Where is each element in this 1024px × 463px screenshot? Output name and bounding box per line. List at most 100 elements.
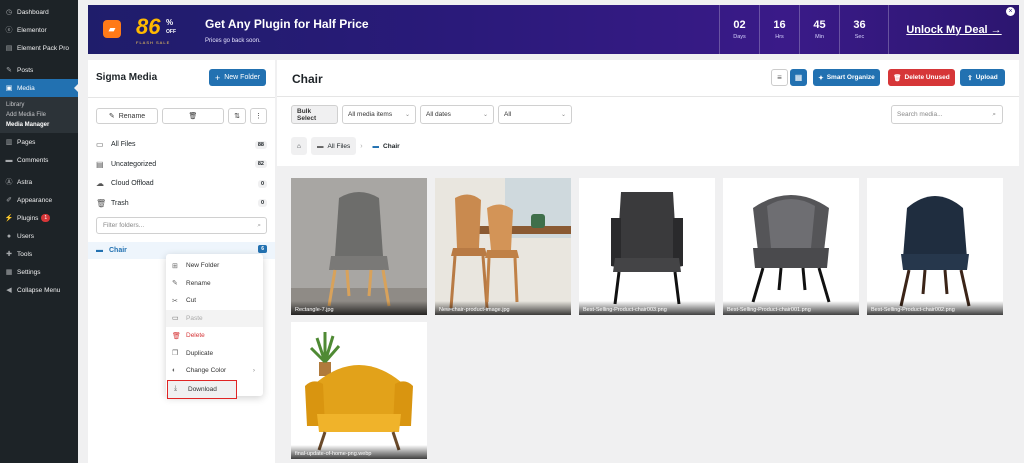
brush-icon: ✐	[6, 197, 12, 204]
breadcrumb-separator: ›	[360, 142, 363, 150]
download-icon: ⤓	[174, 385, 178, 393]
folder-trash[interactable]: 🗑 Trash 0	[96, 194, 267, 214]
folder-all-files[interactable]: ▭ All Files 88	[96, 135, 267, 155]
smart-organize-button[interactable]: ✦ Smart Organize	[813, 69, 880, 86]
delete-unused-button[interactable]: 🗑 Delete Unused	[888, 69, 955, 86]
media-filename: Best-Selling-Product-chair003.png	[579, 301, 715, 315]
close-icon[interactable]: ×	[1006, 7, 1015, 16]
media-item[interactable]: New-chair-product-image.jpg	[435, 178, 571, 315]
count-badge: 0	[257, 199, 267, 208]
divider	[88, 97, 275, 98]
menu-elementor[interactable]: ⓔ Elementor	[0, 21, 78, 39]
sort-button[interactable]: ⇅	[228, 108, 246, 124]
menu-new-folder[interactable]: ⊞ New Folder	[166, 257, 263, 275]
new-folder-button[interactable]: + New Folder	[209, 69, 266, 86]
search-media-input[interactable]: Search media... ⌕	[891, 105, 1003, 124]
navy-chair-thumbnail	[867, 178, 1003, 315]
submenu-library[interactable]: Library	[0, 100, 78, 110]
filter-all-select[interactable]: All ⌄	[498, 105, 572, 124]
menu-delete[interactable]: 🗑 Delete	[166, 327, 263, 345]
menu-astra[interactable]: Ⓐ Astra	[0, 173, 78, 191]
media-item[interactable]: Best-Selling-Product-chair003.png	[579, 178, 715, 315]
grey-armchair-thumbnail	[723, 178, 859, 315]
grid-view-button[interactable]: ▦	[790, 69, 807, 86]
more-vertical-icon: ⋮	[255, 113, 262, 120]
media-item[interactable]: Rectangle-7.jpg	[291, 178, 427, 315]
menu-plugins[interactable]: ⚡ Plugins 1	[0, 209, 78, 227]
folder-cloud-offload[interactable]: ☁ Cloud Offload 0	[96, 174, 267, 194]
media-filename: final-update-of-home-png.webp	[291, 445, 427, 459]
promo-title: Get Any Plugin for Half Price	[205, 17, 369, 31]
folder-icon: ▭	[96, 140, 104, 150]
collapse-icon: ◀	[6, 287, 12, 294]
breadcrumb-home[interactable]: ⌂	[291, 137, 307, 155]
media-item[interactable]: Best-Selling-Product-chair002.png	[867, 178, 1003, 315]
count-badge: 6	[258, 245, 267, 253]
menu-collapse[interactable]: ◀ Collapse Menu	[0, 281, 78, 299]
breadcrumb-current: ▬ Chair	[372, 142, 400, 150]
sparkle-icon: ✦	[818, 74, 824, 82]
media-filters: Bulk Select All media items ⌄ All dates ⌄ …	[291, 105, 572, 124]
menu-rename[interactable]: ✎ Rename	[166, 275, 263, 293]
upload-button[interactable]: ⇧ Upload	[960, 69, 1005, 86]
media-filename: Best-Selling-Product-chair002.png	[867, 301, 1003, 315]
chevron-down-icon: ⌄	[560, 112, 566, 118]
menu-settings[interactable]: ▦ Settings	[0, 263, 78, 281]
menu-tools[interactable]: ✚ Tools	[0, 245, 78, 263]
menu-comments[interactable]: ▬ Comments	[0, 151, 78, 169]
media-item[interactable]: Best-Selling-Product-chair001.png	[723, 178, 859, 315]
date-select[interactable]: All dates ⌄	[420, 105, 494, 124]
promo-discount: 86 % OFF FLASH SALE	[136, 14, 176, 45]
submenu-add-media[interactable]: Add Media File	[0, 110, 78, 120]
menu-posts[interactable]: ✎ Posts	[0, 61, 78, 79]
sort-icon: ⇅	[234, 113, 240, 120]
search-icon: ⌕	[992, 111, 996, 118]
trash-icon: 🗑	[188, 113, 198, 120]
menu-duplicate[interactable]: ❐ Duplicate	[166, 345, 263, 363]
submenu-media-manager[interactable]: Media Manager	[0, 120, 78, 130]
wp-admin-sidebar: ◷ Dashboard ⓔ Elementor ▤ Element Pack Pro …	[0, 0, 78, 463]
trash-icon: 🗑	[893, 74, 902, 82]
media-filename: Rectangle-7.jpg	[291, 301, 427, 315]
filter-folders-input[interactable]: Filter folders... ⌕	[96, 217, 267, 234]
breadcrumb: ⌂ ▬ All Files › ▬ Chair	[291, 137, 406, 155]
media-filename: Best-Selling-Product-chair001.png	[723, 301, 859, 315]
plugins-update-badge: 1	[41, 214, 51, 222]
menu-dashboard[interactable]: ◷ Dashboard	[0, 3, 78, 21]
list-view-button[interactable]: ≡	[771, 69, 788, 86]
chevron-right-icon: ›	[252, 367, 255, 375]
menu-appearance[interactable]: ✐ Appearance	[0, 191, 78, 209]
folder-icon: ▬	[96, 247, 103, 254]
elementor-icon: ⓔ	[5, 27, 13, 34]
menu-cut[interactable]: ✂ Cut	[166, 292, 263, 310]
menu-users[interactable]: ● Users	[0, 227, 78, 245]
palette-icon: ◐	[172, 367, 177, 375]
brand-logo-icon: ▰	[103, 20, 121, 38]
folder-icon: ▬	[316, 142, 324, 150]
chevron-down-icon: ⌄	[404, 112, 410, 118]
media-type-select[interactable]: All media items ⌄	[342, 105, 416, 124]
menu-download[interactable]: ⤓ Download	[167, 379, 237, 399]
media-filename: New-chair-product-image.jpg	[435, 301, 571, 315]
chair-thumbnail	[291, 178, 427, 315]
astra-icon: Ⓐ	[5, 179, 13, 186]
menu-change-color[interactable]: ◐ Change Color ›	[166, 362, 263, 380]
trash-icon: 🗑	[96, 198, 107, 208]
search-icon: ⌕	[257, 222, 261, 229]
rename-button[interactable]: ✎ Rename	[96, 108, 158, 124]
page-title: Chair	[292, 72, 323, 86]
menu-pages[interactable]: ▥ Pages	[0, 133, 78, 151]
unlock-deal-link[interactable]: Unlock My Deal →	[888, 5, 1019, 54]
plus-icon: +	[214, 72, 221, 83]
promo-subtitle: Prices go back soon.	[205, 38, 261, 44]
more-button[interactable]: ⋮	[250, 108, 267, 124]
delete-folder-button[interactable]: 🗑	[162, 108, 224, 124]
folder-uncategorized[interactable]: ▤ Uncategorized 82	[96, 155, 267, 175]
breadcrumb-all-files[interactable]: ▬ All Files	[310, 137, 357, 155]
menu-media[interactable]: ▣ Media	[0, 79, 78, 97]
media-item[interactable]: final-update-of-home-png.webp	[291, 322, 427, 459]
menu-element-pack-pro[interactable]: ▤ Element Pack Pro	[0, 39, 78, 57]
bulk-select-button[interactable]: Bulk Select	[291, 105, 338, 124]
list-icon: ≡	[777, 73, 782, 82]
dining-chairs-thumbnail	[435, 178, 571, 315]
